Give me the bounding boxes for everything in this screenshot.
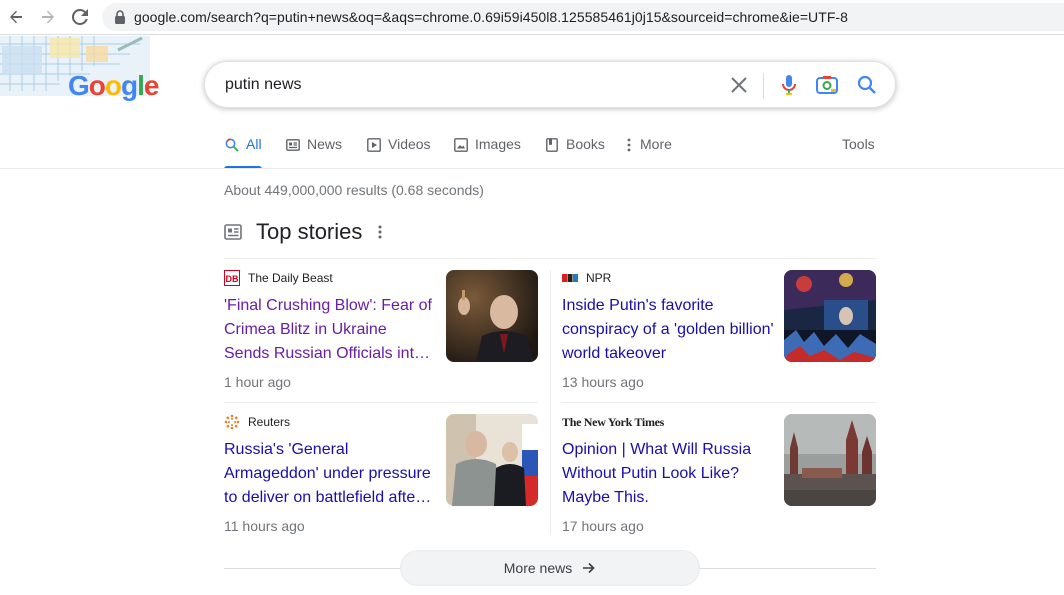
story-headline[interactable]: Inside Putin's favorite conspiracy of a … bbox=[562, 294, 774, 366]
newspaper-icon bbox=[224, 224, 242, 240]
logo-wordmark: Google bbox=[68, 70, 159, 101]
tab-news[interactable]: News bbox=[285, 136, 342, 168]
story-card[interactable]: DB The Daily Beast 'Final Crushing Blow'… bbox=[224, 270, 538, 396]
image-icon bbox=[453, 137, 469, 153]
svg-text:DB: DB bbox=[226, 274, 239, 284]
story-source: DB The Daily Beast bbox=[224, 270, 333, 286]
search-box bbox=[204, 61, 896, 108]
address-bar[interactable]: google.com/search?q=putin+news&oq=&aqs=c… bbox=[102, 3, 1064, 31]
story-headline[interactable]: Opinion | What Will Russia Without Putin… bbox=[562, 438, 774, 510]
kebab-icon bbox=[626, 137, 632, 153]
story-thumbnail[interactable] bbox=[446, 270, 538, 362]
story-age: 1 hour ago bbox=[224, 374, 291, 390]
story-headline[interactable]: Russia's 'General Armageddon' under pres… bbox=[224, 438, 436, 510]
story-source: NPR bbox=[562, 270, 611, 286]
reload-icon[interactable] bbox=[68, 5, 92, 29]
top-stories-divider bbox=[224, 258, 876, 259]
story-card[interactable]: NPR Inside Putin's favorite conspiracy o… bbox=[562, 270, 876, 396]
tabs-divider bbox=[0, 168, 1064, 169]
tab-videos[interactable]: Videos bbox=[366, 136, 431, 168]
tab-label: More bbox=[640, 136, 672, 152]
story-source: Reuters bbox=[224, 414, 290, 430]
tab-more[interactable]: More bbox=[626, 136, 672, 168]
tab-label: Images bbox=[475, 136, 521, 152]
search-icon[interactable] bbox=[855, 73, 879, 97]
tab-label: Videos bbox=[388, 136, 431, 152]
camera-icon[interactable] bbox=[815, 73, 839, 97]
tools-button[interactable]: Tools bbox=[842, 136, 875, 152]
tab-label: All bbox=[246, 136, 262, 152]
tab-books[interactable]: Books bbox=[544, 136, 605, 168]
play-icon bbox=[366, 137, 382, 153]
result-stats: About 449,000,000 results (0.68 seconds) bbox=[224, 182, 484, 198]
npr-favicon bbox=[562, 270, 578, 286]
search-divider bbox=[763, 73, 764, 99]
lock-icon bbox=[114, 10, 126, 24]
newspaper-icon bbox=[285, 137, 301, 153]
top-stories-header: Top stories bbox=[224, 218, 382, 246]
tab-all[interactable]: All bbox=[224, 136, 262, 169]
url-text: google.com/search?q=putin+news&oq=&aqs=c… bbox=[134, 9, 848, 25]
column-divider bbox=[550, 270, 551, 534]
source-name: NPR bbox=[586, 271, 612, 285]
story-thumbnail[interactable] bbox=[784, 270, 876, 362]
top-stories-title: Top stories bbox=[256, 219, 363, 244]
story-age: 17 hours ago bbox=[562, 518, 644, 534]
microphone-icon[interactable] bbox=[777, 73, 801, 97]
search-input[interactable] bbox=[225, 74, 705, 96]
tab-images[interactable]: Images bbox=[453, 136, 521, 168]
row-divider bbox=[562, 402, 876, 403]
daily-beast-favicon: DB bbox=[224, 270, 240, 286]
forward-arrow-icon[interactable] bbox=[36, 5, 60, 29]
nyt-wordmark: The New York Times bbox=[562, 414, 665, 429]
story-card[interactable]: The New York Times Opinion | What Will R… bbox=[562, 414, 876, 540]
book-icon bbox=[544, 137, 560, 153]
arrow-right-icon bbox=[582, 561, 596, 575]
story-source: The New York Times bbox=[562, 414, 664, 430]
more-news-label: More news bbox=[503, 560, 573, 576]
reuters-favicon bbox=[224, 414, 240, 430]
story-thumbnail[interactable] bbox=[446, 414, 538, 506]
clear-icon[interactable] bbox=[727, 73, 751, 97]
story-thumbnail[interactable] bbox=[784, 414, 876, 506]
story-headline[interactable]: 'Final Crushing Blow': Fear of Crimea Bl… bbox=[224, 294, 436, 366]
source-name: Reuters bbox=[248, 415, 291, 429]
browser-toolbar: google.com/search?q=putin+news&oq=&aqs=c… bbox=[0, 0, 1064, 35]
search-icon bbox=[224, 137, 240, 153]
row-divider bbox=[224, 402, 538, 403]
tab-label: News bbox=[307, 136, 343, 152]
story-card[interactable]: Reuters Russia's 'General Armageddon' un… bbox=[224, 414, 538, 540]
more-news-button[interactable]: More news bbox=[400, 550, 700, 586]
story-age: 11 hours ago bbox=[224, 518, 305, 534]
tab-label: Books bbox=[566, 136, 605, 152]
google-doodle-logo[interactable]: Google bbox=[0, 36, 170, 106]
back-arrow-icon[interactable] bbox=[4, 5, 28, 29]
story-age: 13 hours ago bbox=[562, 374, 644, 390]
kebab-icon[interactable] bbox=[378, 225, 382, 239]
source-name: The Daily Beast bbox=[248, 271, 333, 285]
